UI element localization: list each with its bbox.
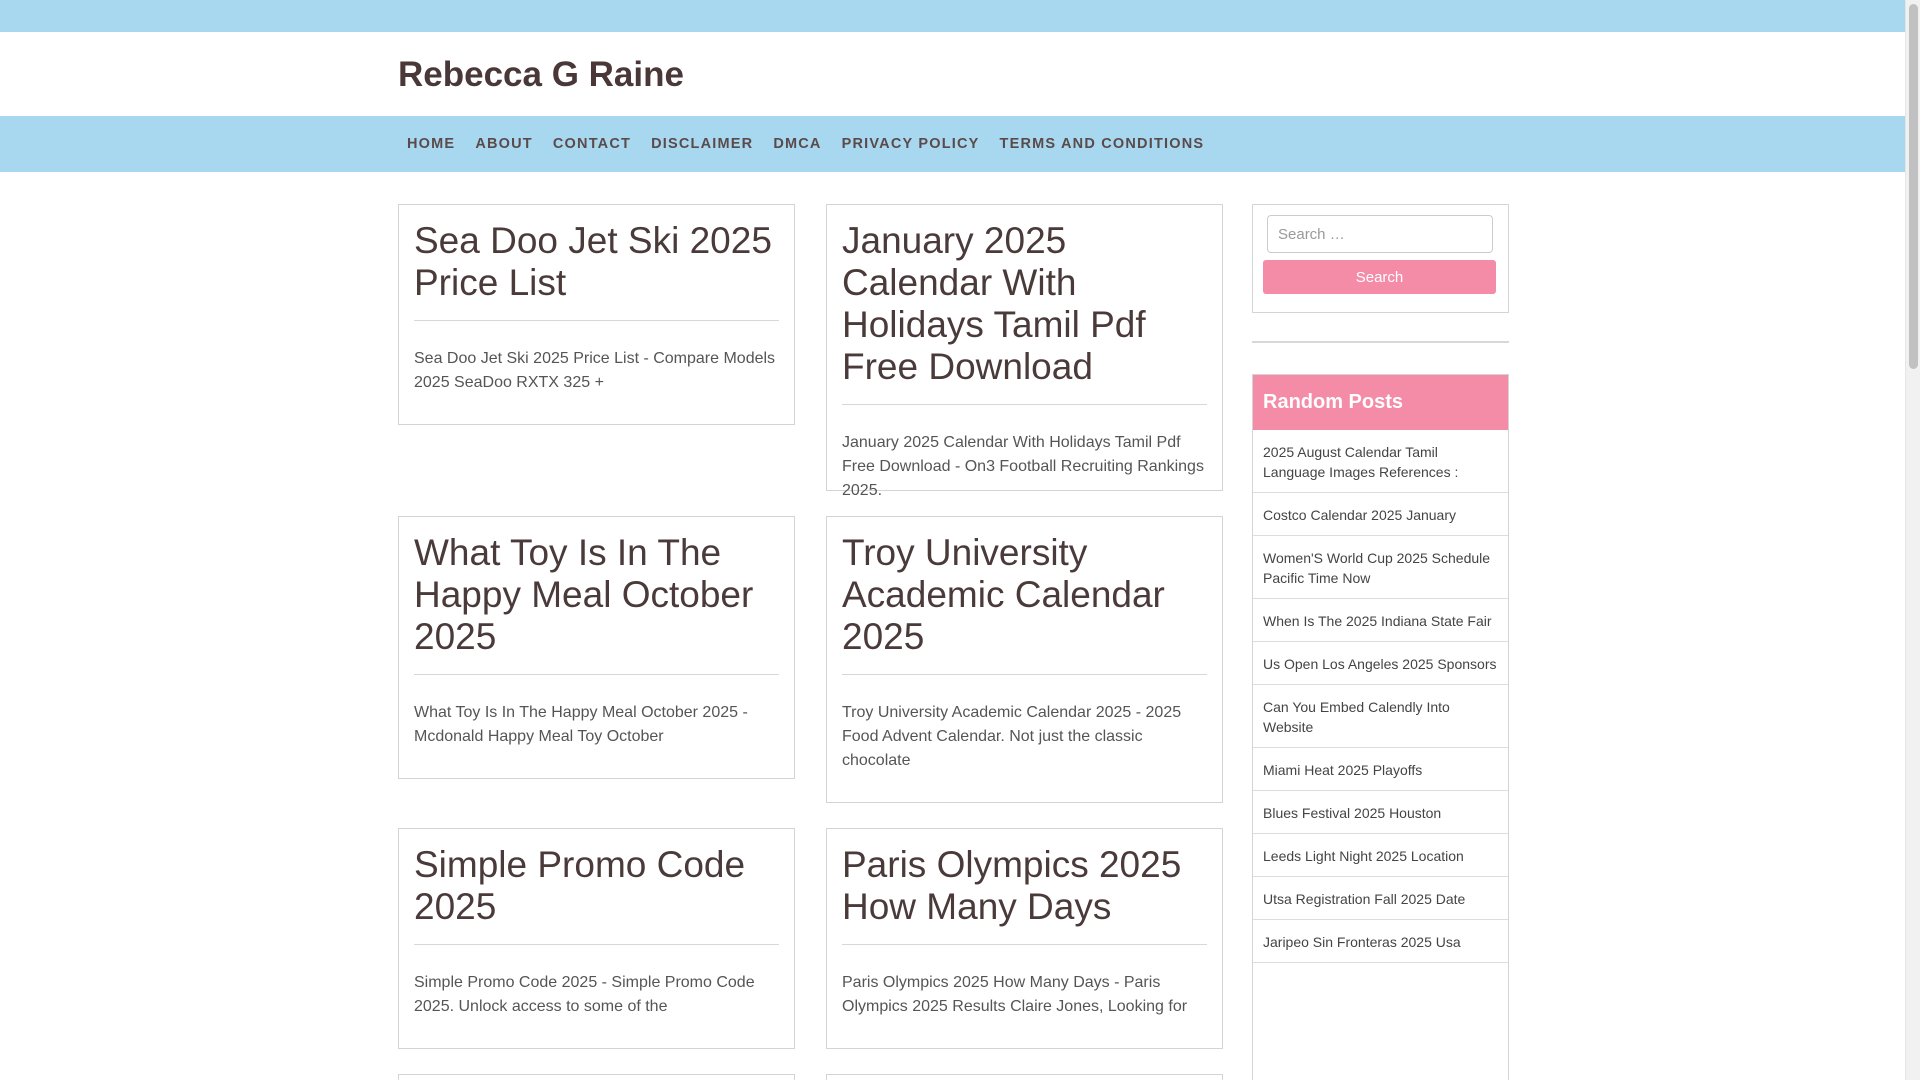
nav-list: HOME ABOUT CONTACT DISCLAIMER DMCA PRIVA…	[398, 116, 1214, 172]
random-post-link[interactable]: Jaripeo Sin Fronteras 2025 Usa	[1253, 920, 1508, 963]
scrollbar-thumb[interactable]	[1909, 4, 1918, 369]
post-title[interactable]: Simple Promo Code 2025	[414, 844, 779, 945]
site-title[interactable]: Rebecca G Raine	[398, 54, 684, 96]
random-posts-widget: Random Posts 2025 August Calendar Tamil …	[1252, 374, 1509, 1080]
random-post-link[interactable]: Miami Heat 2025 Playoffs	[1253, 748, 1508, 791]
nav-item-disclaimer[interactable]: DISCLAIMER	[641, 136, 763, 152]
top-bar	[0, 0, 1905, 32]
random-post-link[interactable]: When Is The 2025 Indiana State Fair	[1253, 599, 1508, 642]
random-post-link[interactable]: 2025 August Calendar Tamil Language Imag…	[1253, 430, 1508, 493]
post-card-partial	[398, 1074, 795, 1080]
random-posts-heading: Random Posts	[1253, 375, 1508, 430]
sidebar-divider	[1252, 341, 1509, 343]
post-excerpt: Troy University Academic Calendar 2025 -…	[842, 704, 1182, 769]
site-header: Rebecca G Raine	[0, 32, 1905, 116]
random-post-link[interactable]: Us Open Los Angeles 2025 Sponsors	[1253, 642, 1508, 685]
random-post-link[interactable]: Women'S World Cup 2025 Schedule Pacific …	[1253, 536, 1508, 599]
post-excerpt: Sea Doo Jet Ski 2025 Price List - Compar…	[414, 350, 776, 391]
random-posts-list: 2025 August Calendar Tamil Language Imag…	[1253, 430, 1508, 963]
main-navigation: HOME ABOUT CONTACT DISCLAIMER DMCA PRIVA…	[0, 116, 1905, 172]
page-scrollbar[interactable]	[1905, 0, 1920, 1080]
nav-item-dmca[interactable]: DMCA	[763, 136, 831, 152]
post-title[interactable]: Paris Olympics 2025 How Many Days	[842, 844, 1207, 945]
nav-item-home[interactable]: HOME	[398, 136, 465, 152]
post-title[interactable]: January 2025 Calendar With Holidays Tami…	[842, 220, 1207, 405]
random-post-link[interactable]: Can You Embed Calendly Into Website	[1253, 685, 1508, 748]
nav-item-terms-and-conditions[interactable]: TERMS AND CONDITIONS	[990, 136, 1215, 152]
post-card-partial	[826, 1074, 1223, 1080]
post-title[interactable]: What Toy Is In The Happy Meal October 20…	[414, 532, 779, 675]
post-card: January 2025 Calendar With Holidays Tami…	[826, 204, 1223, 499]
random-post-link[interactable]: Leeds Light Night 2025 Location	[1253, 834, 1508, 877]
post-card: Simple Promo Code 2025 Simple Promo Code…	[398, 828, 795, 1049]
nav-item-contact[interactable]: CONTACT	[543, 136, 641, 152]
search-input[interactable]	[1267, 215, 1493, 253]
post-title[interactable]: Troy University Academic Calendar 2025	[842, 532, 1207, 675]
post-card: What Toy Is In The Happy Meal October 20…	[398, 516, 795, 779]
random-post-link[interactable]: Blues Festival 2025 Houston	[1253, 791, 1508, 834]
post-excerpt: What Toy Is In The Happy Meal October 20…	[414, 704, 748, 745]
post-title[interactable]: Sea Doo Jet Ski 2025 Price List	[414, 220, 779, 321]
search-widget: Search	[1252, 204, 1509, 313]
post-excerpt: Simple Promo Code 2025 - Simple Promo Co…	[414, 974, 755, 1015]
random-post-link[interactable]: Utsa Registration Fall 2025 Date	[1253, 877, 1508, 920]
post-excerpt: Paris Olympics 2025 How Many Days - Pari…	[842, 974, 1188, 1015]
search-button[interactable]: Search	[1263, 260, 1496, 294]
post-excerpt: January 2025 Calendar With Holidays Tami…	[842, 434, 1204, 499]
nav-item-privacy-policy[interactable]: PRIVACY POLICY	[832, 136, 990, 152]
post-card: Paris Olympics 2025 How Many Days Paris …	[826, 828, 1223, 1049]
random-post-link[interactable]: Costco Calendar 2025 January	[1253, 493, 1508, 536]
post-card: Sea Doo Jet Ski 2025 Price List Sea Doo …	[398, 204, 795, 425]
nav-item-about[interactable]: ABOUT	[465, 136, 543, 152]
post-card: Troy University Academic Calendar 2025 T…	[826, 516, 1223, 803]
